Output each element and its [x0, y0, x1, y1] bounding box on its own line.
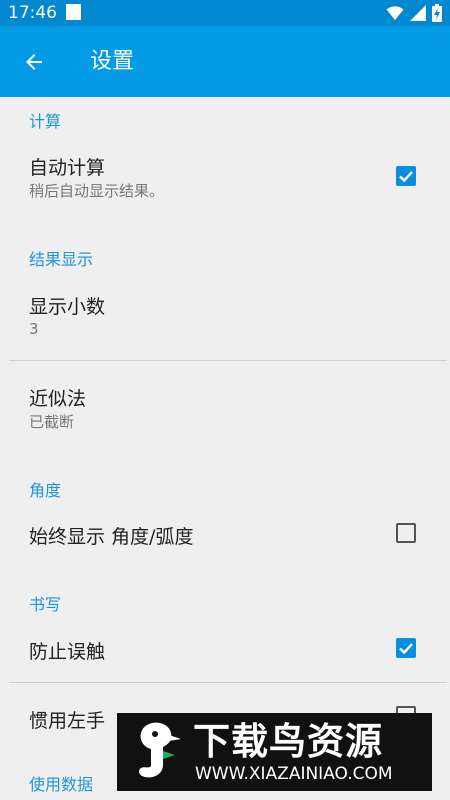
pref-title: 防止误触 — [29, 641, 106, 663]
arrow-left-icon — [26, 54, 42, 70]
settings-list: 计算 自动计算 稍后自动显示结果。 结果显示 显示小数 3 近似法 已截断 角度… — [0, 97, 450, 800]
section-header-usage-data: 使用数据 — [29, 775, 94, 794]
section-header-angle: 角度 — [29, 481, 62, 500]
status-icons — [386, 4, 442, 22]
page-title: 设置 — [90, 49, 135, 74]
pref-title: 始终显示 角度/弧度 — [29, 526, 194, 548]
section-header-result-display: 结果显示 — [29, 250, 94, 269]
bird-logo-icon — [138, 722, 181, 778]
section-header-calculation: 计算 — [29, 112, 62, 131]
wifi-icon — [386, 6, 404, 20]
back-button[interactable] — [12, 40, 56, 84]
divider — [9, 360, 447, 361]
check-icon — [399, 643, 413, 655]
check-icon — [399, 171, 413, 183]
prevent-mistouch-checkbox[interactable] — [396, 638, 416, 658]
pref-summary: 3 — [29, 320, 39, 338]
section-header-writing: 书写 — [29, 595, 62, 614]
watermark-title: 下载鸟资源 — [193, 720, 383, 763]
pref-summary: 稍后自动显示结果。 — [29, 182, 165, 200]
app-bar: 设置 — [0, 26, 450, 97]
watermark-url: WWW.XIAZAINIAO.COM — [195, 764, 393, 784]
divider — [9, 682, 447, 683]
auto-calc-checkbox[interactable] — [396, 166, 416, 186]
pref-title: 惯用左手 — [29, 710, 106, 732]
pref-summary: 已截断 — [29, 413, 75, 431]
status-time: 17:46 — [8, 3, 57, 23]
watermark-banner: 下载鸟资源 WWW.XIAZAINIAO.COM — [117, 713, 432, 791]
status-bar: 17:46 — [0, 0, 450, 26]
signal-icon — [410, 5, 426, 21]
always-show-angle-checkbox[interactable] — [396, 523, 416, 543]
pref-title: 显示小数 — [29, 296, 106, 318]
pref-title: 自动计算 — [29, 157, 106, 179]
battery-charging-icon — [432, 4, 442, 22]
pref-title: 近似法 — [29, 388, 87, 410]
notification-icon — [66, 4, 81, 20]
